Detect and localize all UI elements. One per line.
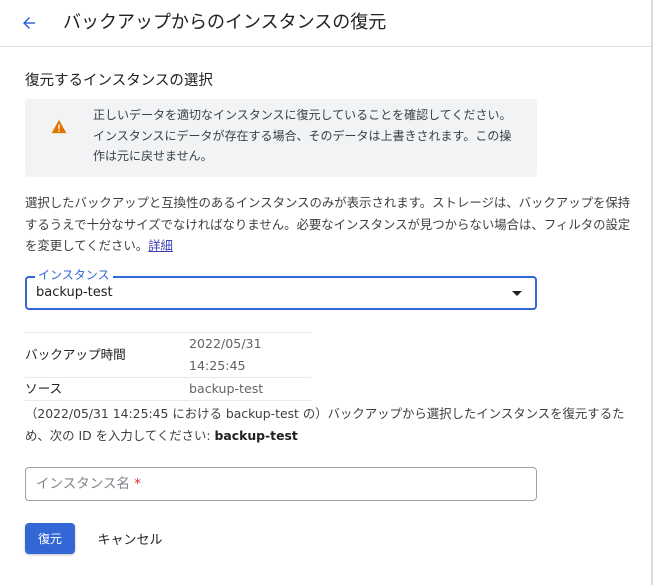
cancel-button[interactable]: キャンセル [90, 523, 170, 554]
restore-button[interactable]: 復元 [25, 523, 75, 554]
confirm-text: （2022/05/31 14:25:45 における backup-test の）… [25, 406, 625, 443]
confirm-instructions: （2022/05/31 14:25:45 における backup-test の）… [25, 403, 640, 447]
table-row: バックアップ時間 2022/05/31 14:25:45 [25, 332, 311, 378]
page-header: バックアップからのインスタンスの復元 [0, 0, 653, 47]
required-mark: * [134, 476, 142, 492]
arrow-back-icon [23, 17, 35, 29]
page-title: バックアップからのインスタンスの復元 [63, 12, 387, 33]
backup-time-label: バックアップ時間 [25, 332, 189, 378]
page: { "header": { "back_icon": "arrow-back-i… [0, 0, 653, 585]
description: 選択したバックアップと互換性のあるインスタンスのみが表示されます。ストレージは、… [25, 192, 640, 257]
warning-text: 正しいデータを適切なインスタンスに復元していることを確認してください。インスタン… [93, 108, 512, 163]
table-row: ソース backup-test [25, 377, 311, 401]
instance-select[interactable]: インスタンス backup-test [25, 268, 537, 310]
section-title: 復元するインスタンスの選択 [25, 73, 213, 89]
backup-time-value: 2022/05/31 14:25:45 [189, 332, 311, 378]
back-button[interactable] [16, 10, 42, 36]
source-value: backup-test [189, 377, 311, 401]
learn-more-link[interactable]: 詳細 [148, 238, 173, 253]
instance-select-value: backup-test [36, 285, 113, 300]
instance-name-field[interactable]: インスタンス名 * [25, 467, 537, 501]
instance-name-placeholder: インスタンス名 * [36, 476, 141, 492]
backup-info-table: バックアップ時間 2022/05/31 14:25:45 ソース backup-… [25, 332, 311, 401]
warning-icon [51, 119, 67, 134]
placeholder-text: インスタンス名 [36, 476, 130, 492]
confirm-id: backup-test [214, 428, 298, 443]
warning-box: 正しいデータを適切なインスタンスに復元していることを確認してください。インスタン… [25, 99, 537, 177]
description-text: 選択したバックアップと互換性のあるインスタンスのみが表示されます。ストレージは、… [25, 195, 631, 253]
dropdown-caret-icon [512, 291, 522, 296]
instance-select-label: インスタンス [35, 268, 113, 283]
source-label: ソース [25, 377, 189, 401]
